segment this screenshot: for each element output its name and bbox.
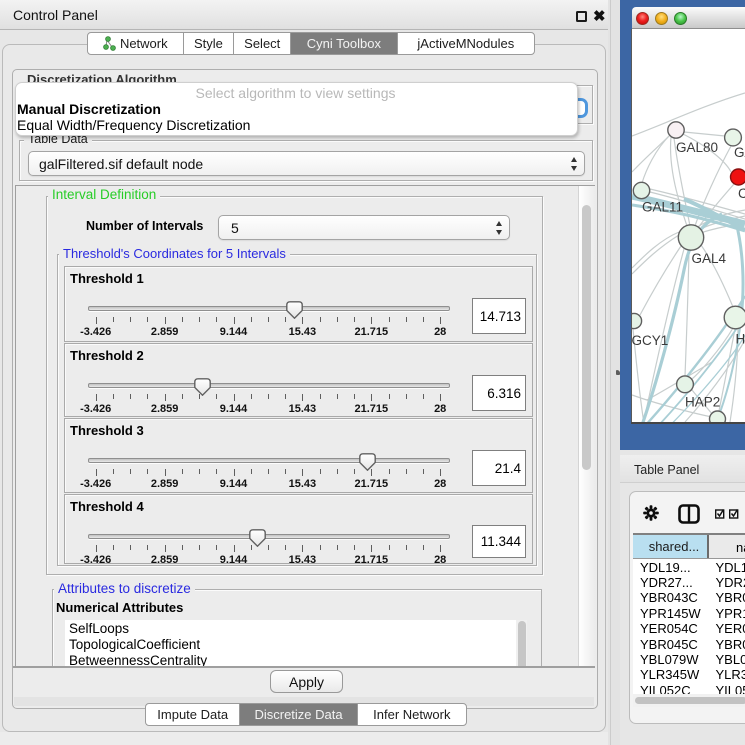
svg-text:GAL11: GAL11 [642, 200, 683, 215]
svg-text:GAL4: GAL4 [692, 251, 727, 266]
svg-text:HA: HA [736, 332, 745, 347]
svg-text:CO: CO [738, 186, 745, 201]
svg-text:HAP2: HAP2 [685, 395, 720, 410]
svg-text:GCY1: GCY1 [632, 333, 668, 348]
svg-text:GA: GA [734, 145, 745, 160]
svg-text:GAL80: GAL80 [676, 140, 718, 155]
